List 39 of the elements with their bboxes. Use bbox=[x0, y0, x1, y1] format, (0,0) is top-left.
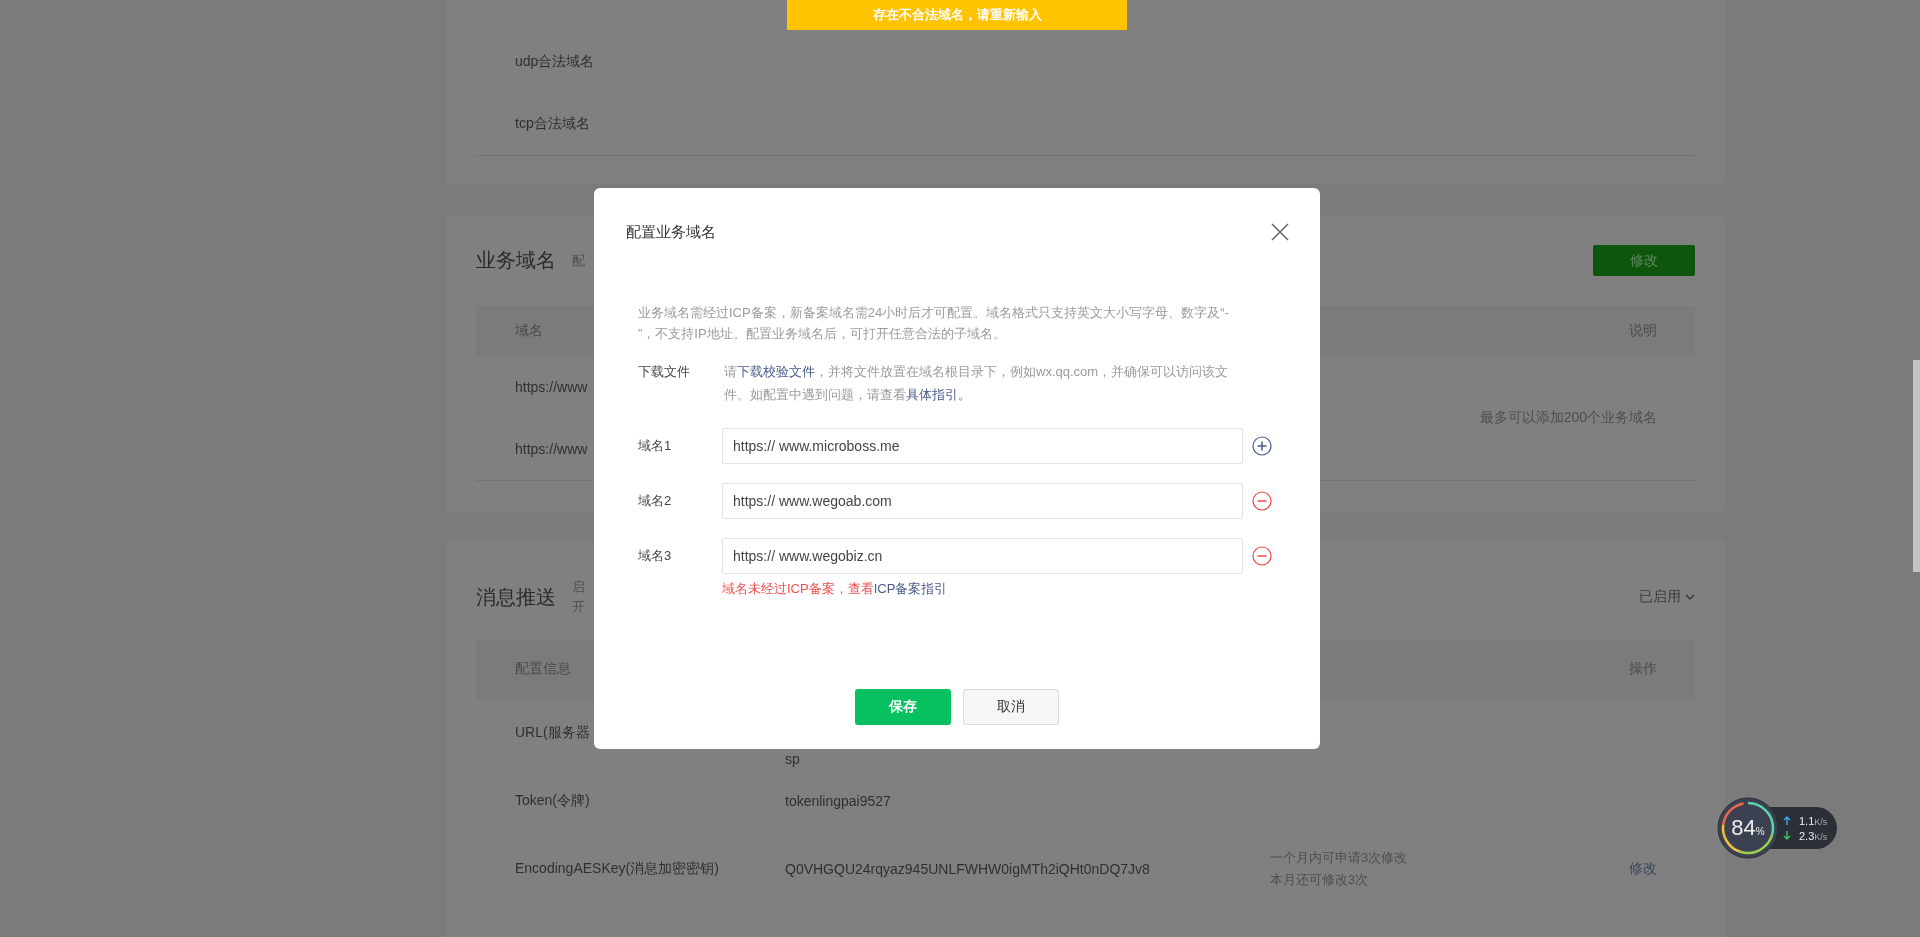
table-cell-text: Q0VHGQU24rqyaz945UNLFWHW0igMTh2iQHt0nDQ7Jv8 bbox=[785, 861, 1151, 877]
section-title: 消息推送 bbox=[476, 584, 556, 610]
section-title: 业务域名 bbox=[476, 248, 556, 273]
table-cell-text: tokenlingpai9527 bbox=[785, 793, 892, 809]
row-label: tcp合法域名 bbox=[515, 115, 591, 133]
dialog-title: 配置业务域名 bbox=[626, 222, 716, 242]
add-icon[interactable] bbox=[1252, 436, 1272, 456]
error-message: 域名未经过ICP备案，查看ICP备案指引 bbox=[722, 580, 949, 598]
guide-link[interactable]: 具体指引。 bbox=[906, 387, 971, 402]
table-cell-text: sp bbox=[785, 751, 801, 767]
close-icon[interactable] bbox=[1270, 222, 1290, 242]
field-label: 域名2 bbox=[638, 492, 673, 510]
table-cell-text: URL(服务器 bbox=[515, 724, 591, 742]
intro-text: 业务域名需经过ICP备案，新备案域名需24小时后才可配置。域名格式只支持英文大小写字母、数字及“- ”，不支持IP地址。配置业务域名后，可打开任意合法的子域名。 bbox=[638, 304, 1230, 343]
domain-input[interactable]: https:// www.wegobiz.cn bbox=[722, 538, 1243, 574]
table-cell: https://www bbox=[515, 441, 588, 457]
percent-reading: 84% bbox=[1730, 815, 1766, 842]
upload-arrow-icon bbox=[1783, 816, 1791, 825]
domain-input[interactable]: https:// www.wegoab.com bbox=[722, 483, 1243, 519]
guide-link[interactable]: ICP备案指引 bbox=[873, 581, 948, 596]
scrollbar[interactable] bbox=[1913, 360, 1920, 572]
row-label: udp合法域名 bbox=[515, 53, 596, 71]
domain-input[interactable]: https:// www.microboss.me bbox=[722, 428, 1243, 464]
download-arrow-icon bbox=[1783, 831, 1791, 840]
field-label: 域名1 bbox=[638, 437, 673, 455]
guide-link[interactable]: 下载校验文件 bbox=[737, 364, 815, 379]
upload-speed: 1.1K/s bbox=[1799, 814, 1828, 827]
table-cell: https://www bbox=[515, 379, 588, 395]
chevron-icon bbox=[1685, 593, 1695, 601]
field-label: 下载文件 bbox=[638, 363, 691, 381]
warning-toast: 存在不合法域名，请重新输入 bbox=[787, 0, 1127, 30]
field-label: 域名3 bbox=[638, 547, 673, 565]
remove-icon[interactable] bbox=[1252, 546, 1272, 566]
table-cell-text: Token(令牌) bbox=[515, 792, 591, 810]
download-speed: 2.3K/s bbox=[1799, 829, 1828, 842]
download-instructions: 请下载校验文件，并将文件放置在域名根目录下，例如wx.qq.com，并确保可以访问该文件。如配置中遇到问题，请查看具体指引。 bbox=[724, 363, 1230, 404]
cancel-button[interactable]: 取消 bbox=[963, 689, 1059, 725]
remove-icon[interactable] bbox=[1252, 491, 1272, 511]
table-cell-text: EncodingAESKey(消息加密密钥) bbox=[515, 860, 720, 878]
